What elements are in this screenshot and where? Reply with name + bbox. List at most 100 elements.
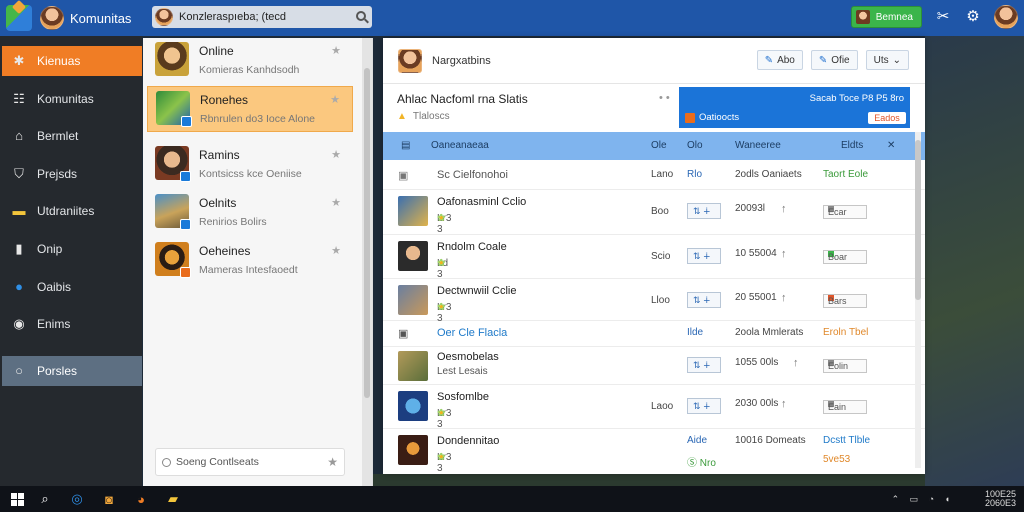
row-title: Sc Cielfonohoi [437,169,508,181]
table-row[interactable]: Oesmobelas Lest Lesais ⇅ ∔ 1055 00ls ↑ E… [383,347,925,385]
folder-icon[interactable]: ▰ [160,486,186,512]
browser-icon[interactable]: ◕ [128,486,154,512]
sidebar-item-enims[interactable]: ◉ Enims [2,309,142,339]
column-header-name[interactable]: Oaneanaeaa [431,140,489,151]
scrollbar-thumb[interactable] [915,140,921,300]
list-thumbnail [155,194,191,230]
warning-icon: ▲ [397,111,407,122]
row-tag[interactable]: Eain [823,400,867,414]
profile-avatar[interactable] [994,5,1018,29]
windows-icon [10,492,24,506]
more-icon[interactable]: •• [659,92,673,104]
table-row[interactable]: Sosfomlbe Lr3 3 ★ ✿ Laoo ⇅ ∔ 2030 00ls ↑… [383,385,925,430]
row-downloads: 2oola Mmlerats [735,327,804,338]
row-downloads: 10016 Domeats [735,435,806,446]
row-step: Ilde [687,327,704,338]
quantity-stepper[interactable]: ⇅ ∔ [687,292,721,308]
row-downloads: 10 55004 [735,248,777,259]
scrollbar-thumb[interactable] [364,68,370,398]
sidebar-item-oaibis[interactable]: ● Oaibis [2,272,142,302]
list-item[interactable]: Ronehes Rbnrulen do3 Ioce Alone ★ [147,86,353,132]
table-row[interactable]: ▣ Oer Cle Flacla Ilde 2oola Mmlerats Ero… [383,321,925,347]
star-icon: ✱ [13,53,25,68]
system-tray-icons[interactable]: ⌃ ▭ ◔ ◖ [892,494,954,505]
store-icon[interactable]: ◙ [96,486,122,512]
action-button[interactable]: Bemnea [850,6,922,28]
row-tag[interactable]: Boar [823,250,867,264]
taskbar: ⌕ ◎ ◙ ◕ ▰ ⌃ ▭ ◔ ◖ 100E25 2060E3 [0,486,1024,512]
search-icon[interactable] [356,11,366,21]
user-avatar[interactable] [40,6,64,30]
row-date: Lloo [651,295,670,306]
row-date: Laoo [651,401,674,412]
banner-badge[interactable]: Eados [868,112,906,124]
cortana-icon[interactable]: ◎ [64,486,90,512]
list-search-input[interactable]: Soeng Contlseats ★ [155,448,345,476]
search-icon[interactable]: ⌕ [32,486,58,512]
sidebar-item-onip[interactable]: ▮ Onip [2,234,142,264]
table-row[interactable]: ▣ Sc Cielfonohoi Lano Rlo 2odls Oaniaets… [383,160,925,190]
column-header-step[interactable]: Olo [687,140,703,151]
list-item[interactable]: Oeheines Mameras Intesfaoedt ★ [147,238,353,284]
ring-icon: ○ [15,363,23,378]
edit-button[interactable]: ✎ Abo [756,50,803,70]
clock[interactable]: 100E25 2060E3 [985,490,1016,508]
list-item-title: Oeheines [199,244,251,258]
sidebar-item-utdraniites[interactable]: ▬ Utdraniites [2,196,142,226]
panel-title: Nargxatbins [432,54,491,67]
table-scrollbar[interactable] [915,132,921,468]
sidebar-item-porsles[interactable]: ○ Porsles [2,356,142,386]
more-dropdown[interactable]: Uts ⌄ [865,50,909,70]
star-icon[interactable]: ★ [331,244,341,257]
more-dropdown-label: Uts [873,54,889,66]
row-status[interactable]: Eroln Tbel [823,327,868,338]
search-input[interactable]: Konzleraspıeba; (tecd [152,6,372,28]
list-scrollbar[interactable] [362,38,372,486]
row-tag[interactable]: Eolin [823,359,867,373]
column-header-date[interactable]: Ole [651,140,667,151]
table-row[interactable]: Dectwnwiil Cclie Lr3 3 ★ ✿ Lloo ⇅ ∔ 20 5… [383,279,925,324]
list-item[interactable]: Ramins Kontsicss kce Oeniise ★ [147,142,353,188]
quantity-stepper[interactable]: ⇅ ∔ [687,398,721,414]
sidebar-item-bermlet[interactable]: ⌂ Bermlet [2,121,142,151]
star-icon[interactable]: ★ [331,196,341,209]
panel-avatar [398,48,422,73]
sidebar-item-prejsds[interactable]: ⛉ Prejsds [2,159,142,189]
quantity-stepper[interactable]: ⇅ ∔ [687,248,721,264]
star-icon[interactable]: ★ [330,93,340,106]
file-button[interactable]: ✎ Ofie [810,50,858,70]
quantity-stepper[interactable]: ⇅ ∔ [687,203,721,219]
sidebar-item-label: Prejsds [37,167,78,181]
sidebar-item-komunitas[interactable]: ☷ Komunitas [2,84,142,114]
column-header-downloads[interactable]: Waneeree [735,140,781,151]
column-header-edits[interactable]: Eldts [841,140,863,151]
table-row[interactable]: Dondennitao Lr3 3 ★ ✿ Aide Ⓢ Nro 10016 D… [383,429,925,474]
arrow-up-icon: ↑ [781,398,787,410]
promo-banner[interactable]: Sacab Toce P8 P5 8ro Oatioocts Eados [679,87,910,128]
start-button[interactable] [0,486,26,512]
pencil-icon: ✎ [764,54,774,66]
star-icon[interactable]: ★ [331,44,341,57]
sidebar-item-label: Oaibis [37,280,72,294]
star-icon[interactable]: ★ [331,148,341,161]
quantity-stepper[interactable]: ⇅ ∔ [687,357,721,373]
table-row[interactable]: Oafonasminl Cclio Lr3 3 ★ ✿ Boo ⇅ ∔ 2009… [383,190,925,235]
table-row[interactable]: Rndolm Coale Ld 3 ★ ✿ Scio ⇅ ∔ 10 55004 … [383,235,925,280]
star-icon[interactable]: ★ [327,455,338,469]
banner-square-icon [685,112,695,123]
row-status[interactable]: Taort Eole [823,169,868,180]
list-item[interactable]: Online Komieras Kanhdsodh ★ [147,38,353,84]
info-subtitle-text: Tlaloscs [412,111,450,122]
detail-panel: Nargxatbins ✎ Abo ✎ Ofie Uts ⌄ Ahlac Nacfom… [383,38,925,474]
sidebar-item-kienuas[interactable]: ✱ Kienuas [2,46,142,76]
list-item[interactable]: Oelnits Renirios Bolirs ★ [147,190,353,236]
gear-icon[interactable]: ⚙ [964,8,982,26]
row-status[interactable]: Dcstt Tlble [823,435,870,446]
row-tag[interactable]: Ecar [823,205,867,219]
app-title: Komunitas [70,10,132,26]
sidebar: ✱ Kienuas ☷ Komunitas ⌂ Bermlet ⛉ Prejsd… [0,36,142,486]
puzzle-icon[interactable]: ✂ [934,8,952,26]
action-button-label: Bemnea [875,11,913,23]
row-tag[interactable]: Bars [823,294,867,308]
close-icon[interactable]: ✕ [887,140,895,151]
